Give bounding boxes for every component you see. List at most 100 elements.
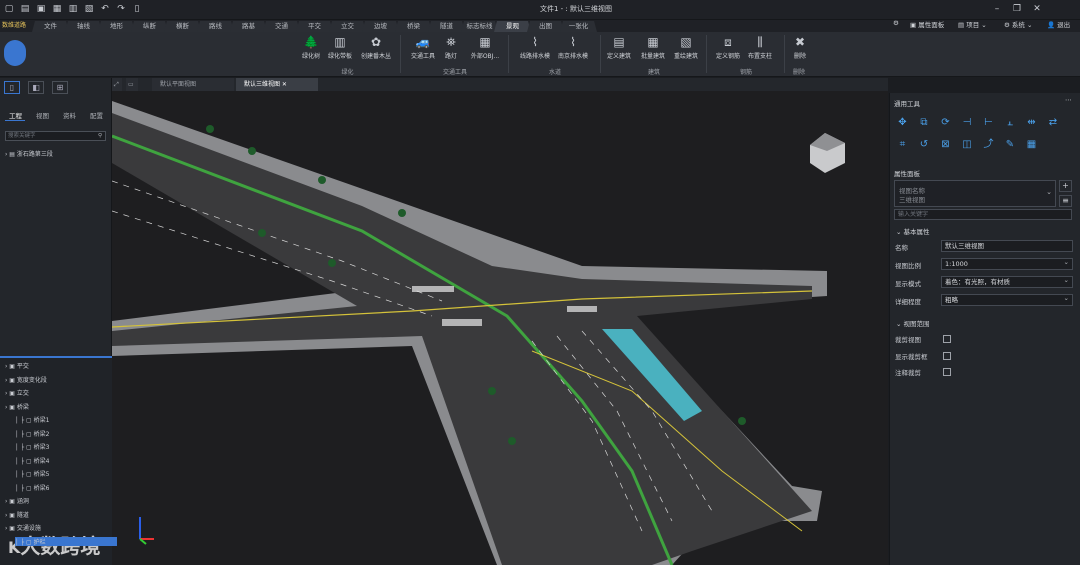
undo-arc-icon[interactable]: ↺ [918, 138, 931, 151]
ribbon-button-shrub[interactable]: ✿ 创建番木丛 [358, 34, 394, 67]
left-tab-2[interactable]: 资料 [63, 110, 76, 120]
view-type-select[interactable]: 视图名称 三维视图 ⌄ [894, 180, 1056, 207]
view-range-header[interactable]: ⌄ 视图范围 [896, 318, 930, 328]
viewport-menu-icon[interactable]: ⤢ [112, 78, 122, 91]
checkbox[interactable] [943, 335, 951, 343]
tree-search-input[interactable]: 搜索关键字 ⚲ [5, 131, 106, 141]
ribbon-tab-9[interactable]: 立交 [329, 21, 366, 32]
tree-item[interactable]: › ▣ 交通设施 [5, 523, 41, 532]
prop-field[interactable]: 粗略 [941, 293, 1073, 306]
trim-icon[interactable]: ⌗ [896, 138, 909, 151]
offset-icon[interactable]: ⫠ [1004, 116, 1017, 129]
ribbon-tab-3[interactable]: 纵断 [131, 21, 168, 32]
view-cube-icon[interactable] [810, 133, 845, 173]
prop-field[interactable]: 着色：有光照，有材质 [941, 275, 1073, 288]
tree-item-project[interactable]: › ▤ 浙石路第三段 [5, 149, 53, 158]
ribbon-tab-12[interactable]: 隧道 [428, 21, 465, 32]
document-icon[interactable]: ▯ [132, 4, 142, 15]
ribbon-tab-7[interactable]: 交通 [263, 21, 300, 32]
ribbon-tab-13[interactable]: 标志标线 [461, 21, 498, 32]
ribbon-button-building3[interactable]: ▧ 重绘建筑 [668, 34, 704, 67]
rotate-icon[interactable]: ⟳ [939, 116, 952, 129]
left-tab-3[interactable]: 配置 [90, 110, 103, 120]
open-icon[interactable]: ▤ [20, 4, 30, 15]
tree-item[interactable]: │ ├ ▢ 桥梁3 [15, 442, 49, 451]
tree-item[interactable]: │ ├ ▢ 桥梁2 [15, 429, 49, 438]
ribbon-tab-1[interactable]: 轴线 [65, 21, 102, 32]
settings-icon[interactable]: ⚙ [893, 19, 899, 27]
add-icon[interactable]: + [1059, 180, 1072, 192]
split-layout-icon[interactable]: ◧ [28, 81, 44, 94]
3d-viewport[interactable] [112, 91, 888, 565]
ribbon-button-building[interactable]: ▤ 定义建筑 [601, 34, 637, 67]
tree-item[interactable]: › ▣ 桥梁 [5, 402, 29, 411]
ribbon-tab-6[interactable]: 路基 [230, 21, 267, 32]
tree-item[interactable]: │ ├ ▢ 桥梁5 [15, 469, 49, 478]
panel-layout-icon[interactable]: ▯ [4, 81, 20, 94]
ribbon-button-pillar[interactable]: ⫼ 布置支柱 [742, 34, 778, 67]
close-button[interactable]: ✕ [1030, 3, 1044, 15]
left-tab-0[interactable]: 工程 [9, 110, 22, 120]
ribbon-tab-0[interactable]: 文件 [32, 21, 69, 32]
ribbon-tab-8[interactable]: 平交 [296, 21, 333, 32]
ribbon-tab-11[interactable]: 桥梁 [395, 21, 432, 32]
ribbon-tab-10[interactable]: 边坡 [362, 21, 399, 32]
array-icon[interactable]: ▦ [1025, 138, 1038, 151]
export-icon[interactable]: ▥ [68, 4, 78, 15]
ribbon-button-drain2[interactable]: ⌇ 南京排水模 [555, 34, 591, 67]
viewport-tab-0[interactable]: 默认平面视图 [152, 78, 234, 91]
tree-item[interactable]: › ▣ 隧道 [5, 510, 29, 519]
ribbon-tab-2[interactable]: 地形 [98, 21, 135, 32]
box-icon[interactable]: ◫ [961, 138, 974, 151]
ribbon-tab-16[interactable]: 一张化 [560, 21, 597, 32]
more-icon[interactable]: ⋯ [1065, 96, 1072, 104]
ribbon-button-delete[interactable]: ✖ 删除 [782, 34, 818, 67]
checkbox[interactable] [943, 351, 951, 360]
viewport-tab-1[interactable]: 默认三维视图 ✕ [236, 78, 318, 91]
import-icon[interactable]: ▧ [84, 4, 94, 15]
fillet-icon[interactable]: ⊠ [939, 138, 952, 151]
minimize-button[interactable]: – [990, 3, 1004, 15]
tree-item[interactable]: › ▣ 平交 [5, 361, 29, 370]
tree-item[interactable]: │ ├ ▢ 桥梁4 [15, 456, 49, 465]
align-right-icon[interactable]: ⊢ [982, 116, 995, 129]
align-left-icon[interactable]: ⊣ [961, 116, 974, 129]
left-tab-1[interactable]: 视图 [36, 110, 49, 120]
list-icon[interactable]: ≡ [1059, 195, 1072, 207]
grid-layout-icon[interactable]: ⊞ [52, 81, 68, 94]
swap-icon[interactable]: ⇄ [1047, 116, 1060, 129]
ribbon-tab-14[interactable]: 景观 [494, 21, 531, 32]
ribbon-button-lamp[interactable]: ⛯ 路灯 [433, 34, 469, 67]
basic-properties-header[interactable]: ⌄ 基本属性 [896, 226, 930, 236]
ribbon-tab-15[interactable]: 出图 [527, 21, 564, 32]
tree-item[interactable]: │ ├ ▢ 桥梁1 [15, 415, 49, 424]
viewport-window-icon[interactable]: ▭ [126, 78, 138, 91]
project-button[interactable]: ▤ 项目 ⌄ [958, 19, 987, 29]
app-menu-button[interactable] [4, 40, 26, 66]
ribbon-button-drain[interactable]: ⌇ 线路排水模 [517, 34, 553, 67]
ribbon-tab-4[interactable]: 横断 [164, 21, 201, 32]
prop-field[interactable]: 默认三维视图 [941, 240, 1073, 252]
move-icon[interactable]: ✥ [896, 116, 909, 129]
tree-item[interactable]: │ ├ ▢ 护栏 [15, 536, 117, 546]
save-as-icon[interactable]: ▦ [52, 4, 62, 15]
redo-icon[interactable]: ↷ [116, 4, 126, 15]
new-icon[interactable]: ▢ [4, 4, 14, 15]
save-icon[interactable]: ▣ [36, 4, 46, 15]
prop-field[interactable]: 1:1000 [941, 257, 1073, 270]
tree-item[interactable]: › ▣ 宽度变化段 [5, 375, 47, 384]
system-button[interactable]: ⚙ 系统 ⌄ [1004, 19, 1032, 29]
ribbon-tab-5[interactable]: 路线 [197, 21, 234, 32]
ribbon-button-hedge[interactable]: ▥ 绿化带板 [322, 34, 358, 67]
mirror-icon[interactable]: ⇹ [1025, 116, 1038, 129]
checkbox[interactable] [943, 368, 951, 376]
property-search-input[interactable]: 输入关键字 [894, 209, 1072, 220]
undo-icon[interactable]: ↶ [100, 4, 110, 15]
ribbon-button-rebar[interactable]: ⧈ 定义钢筋 [710, 34, 746, 67]
extend-icon[interactable]: ⤴ [982, 138, 995, 151]
restore-button[interactable]: ❐ [1010, 3, 1024, 15]
logout-button[interactable]: 👤 退出 [1047, 19, 1070, 29]
ribbon-button-building2[interactable]: ▦ 批量建筑 [635, 34, 671, 67]
close-tab-icon[interactable]: ✕ [280, 81, 287, 88]
tree-item[interactable]: │ ├ ▢ 桥梁6 [15, 483, 49, 492]
